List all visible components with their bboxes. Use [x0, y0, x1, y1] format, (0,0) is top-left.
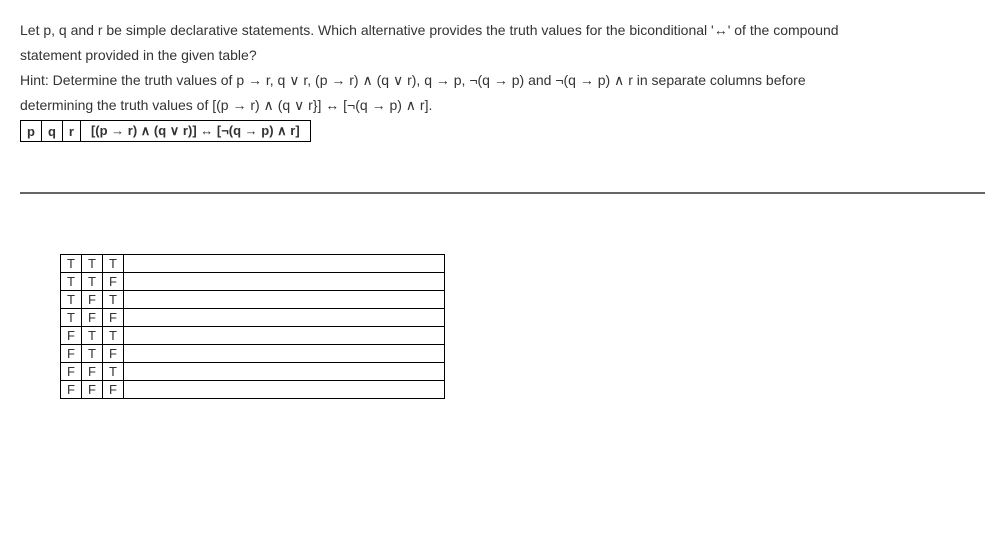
- cell-result: [124, 327, 445, 345]
- cell-result: [124, 255, 445, 273]
- table-row: T F T: [61, 291, 445, 309]
- cell-r: F: [103, 381, 124, 399]
- table-row: T T F: [61, 273, 445, 291]
- cell-r: T: [103, 255, 124, 273]
- cell-p: T: [61, 273, 82, 291]
- hint-line-1: Hint: Determine the truth values of p → …: [20, 70, 985, 91]
- table-row: T T T: [61, 255, 445, 273]
- cell-q: F: [82, 363, 103, 381]
- header-formula: [(p → r) ∧ (q ∨ r)] ↔ [¬(q → p) ∧ r]: [80, 121, 310, 142]
- cell-q: F: [82, 309, 103, 327]
- cell-result: [124, 381, 445, 399]
- header-q: q: [41, 121, 62, 142]
- cell-result: [124, 309, 445, 327]
- cell-p: T: [61, 309, 82, 327]
- cell-r: F: [103, 273, 124, 291]
- cell-p: T: [61, 255, 82, 273]
- cell-p: F: [61, 345, 82, 363]
- table-row: F T T: [61, 327, 445, 345]
- question-line-2: statement provided in the given table?: [20, 45, 985, 66]
- cell-q: T: [82, 327, 103, 345]
- cell-result: [124, 273, 445, 291]
- hint-line-2: determining the truth values of [(p → r)…: [20, 95, 985, 116]
- table-row: F F T: [61, 363, 445, 381]
- cell-q: T: [82, 255, 103, 273]
- section-divider: [20, 192, 985, 194]
- cell-r: T: [103, 363, 124, 381]
- cell-q: F: [82, 291, 103, 309]
- formula-header-table: p q r [(p → r) ∧ (q ∨ r)] ↔ [¬(q → p) ∧ …: [20, 120, 311, 142]
- cell-r: T: [103, 327, 124, 345]
- table-row: F T F: [61, 345, 445, 363]
- header-r: r: [62, 121, 80, 142]
- cell-q: T: [82, 273, 103, 291]
- cell-q: T: [82, 345, 103, 363]
- cell-p: T: [61, 291, 82, 309]
- table-row: F F F: [61, 381, 445, 399]
- header-p: p: [21, 121, 42, 142]
- cell-r: F: [103, 309, 124, 327]
- cell-r: T: [103, 291, 124, 309]
- header-row: p q r [(p → r) ∧ (q ∨ r)] ↔ [¬(q → p) ∧ …: [21, 121, 311, 142]
- cell-r: F: [103, 345, 124, 363]
- cell-result: [124, 345, 445, 363]
- cell-result: [124, 363, 445, 381]
- table-row: T F F: [61, 309, 445, 327]
- truth-table: T T T T T F T F T T F F F T T F T F F F …: [60, 254, 445, 399]
- cell-p: F: [61, 381, 82, 399]
- question-line-1: Let p, q and r be simple declarative sta…: [20, 20, 985, 41]
- cell-q: F: [82, 381, 103, 399]
- cell-p: F: [61, 327, 82, 345]
- cell-p: F: [61, 363, 82, 381]
- cell-result: [124, 291, 445, 309]
